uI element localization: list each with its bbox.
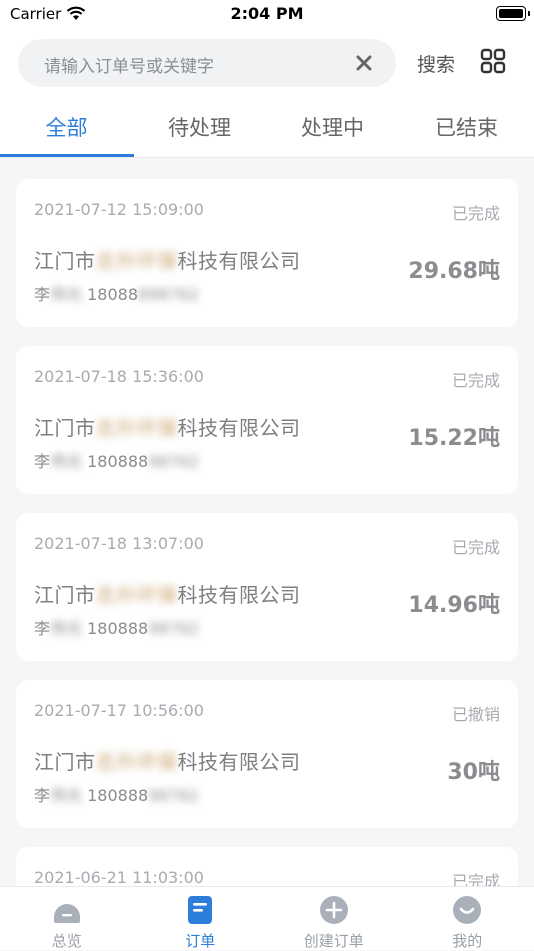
create-order-icon — [319, 895, 349, 925]
order-weight: 14.96吨 — [408, 587, 500, 619]
company-name: 江门市志升环保科技有限公司 — [34, 245, 301, 274]
order-card[interactable]: 2021-06-21 11:03:00已完成江门市志升环保科技有限公司李伟光 1… — [16, 847, 518, 886]
order-status: 已完成 — [452, 200, 500, 224]
phone-prefix: 180888 — [87, 786, 148, 805]
company-prefix: 江门市 — [34, 416, 96, 440]
order-weight: 15.22吨 — [408, 420, 500, 452]
company-name: 江门市志升环保科技有限公司 — [34, 746, 301, 775]
order-date: 2021-07-12 15:09:00 — [34, 200, 204, 219]
company-redacted: 志升环保 — [96, 249, 178, 273]
order-weight: 29.68吨 — [408, 253, 500, 285]
overview-icon — [52, 895, 82, 925]
company-prefix: 江门市 — [34, 750, 96, 774]
order-card[interactable]: 2021-07-18 13:07:00 已完成江门市志升环保科技有限公司李伟光 1… — [16, 513, 518, 661]
phone-redacted: 98762 — [148, 452, 199, 471]
contact-name-redacted: 伟光 — [50, 619, 82, 638]
company-redacted: 志升环保 — [96, 750, 178, 774]
bottom-navigation: 总览 订单 创建订单 我的 — [0, 886, 534, 950]
company-suffix: 科技有限公司 — [178, 416, 301, 440]
company-suffix: 科技有限公司 — [178, 750, 301, 774]
phone-redacted: 98762 — [148, 786, 199, 805]
order-status: 已完成 — [452, 534, 500, 558]
order-date: 2021-07-18 15:36:00 — [34, 367, 204, 386]
contact-surname: 李 — [34, 285, 50, 304]
order-list[interactable]: 2021-07-12 15:09:00已完成江门市志升环保科技有限公司李伟光 1… — [0, 158, 534, 886]
contact-info: 李伟光 18088898762 — [34, 615, 199, 639]
nav-orders[interactable]: 订单 — [134, 887, 268, 951]
order-status: 已撤销 — [452, 701, 500, 725]
tab-pending[interactable]: 待处理 — [133, 112, 266, 142]
search-button[interactable]: 搜索 — [417, 50, 455, 77]
tab-finished[interactable]: 已结束 — [400, 112, 533, 142]
nav-create-order[interactable]: 创建订单 — [267, 887, 401, 951]
profile-icon — [452, 895, 482, 925]
order-date: 2021-07-18 13:07:00 — [34, 534, 204, 553]
order-weight: 30吨 — [447, 754, 500, 786]
clock: 2:04 PM — [0, 4, 534, 23]
phone-prefix: 180888 — [87, 452, 148, 471]
company-suffix: 科技有限公司 — [178, 583, 301, 607]
status-bar: Carrier 2:04 PM — [0, 0, 534, 30]
tab-all[interactable]: 全部 — [0, 112, 133, 142]
order-status: 已完成 — [452, 367, 500, 391]
nav-orders-label: 订单 — [134, 930, 268, 951]
order-date: 2021-06-21 11:03:00 — [34, 868, 204, 886]
company-suffix: 科技有限公司 — [178, 249, 301, 273]
contact-name-redacted: 伟光 — [50, 452, 82, 471]
contact-surname: 李 — [34, 619, 50, 638]
phone-redacted: 98762 — [148, 619, 199, 638]
nav-profile-label: 我的 — [401, 930, 534, 951]
contact-info: 李伟光 18088898762 — [34, 448, 199, 472]
search-input[interactable]: 请输入订单号或关键字 — [18, 39, 396, 87]
order-card[interactable]: 2021-07-17 10:56:00 已撤销江门市志升环保科技有限公司李伟光 1… — [16, 680, 518, 828]
nav-create-order-label: 创建订单 — [267, 930, 401, 951]
tab-processing[interactable]: 处理中 — [266, 112, 399, 142]
order-card[interactable]: 2021-07-18 15:36:00 已完成江门市志升环保科技有限公司李伟光 1… — [16, 346, 518, 494]
contact-info: 李伟光 18088898762 — [34, 281, 199, 305]
nav-profile[interactable]: 我的 — [401, 887, 534, 951]
clear-icon[interactable] — [354, 53, 374, 73]
contact-surname: 李 — [34, 786, 50, 805]
company-prefix: 江门市 — [34, 583, 96, 607]
status-tabs: 全部 待处理 处理中 已结束 — [0, 98, 534, 158]
tab-indicator — [0, 154, 134, 157]
contact-surname: 李 — [34, 452, 50, 471]
order-icon — [185, 895, 215, 925]
phone-prefix: 180888 — [87, 619, 148, 638]
contact-info: 李伟光 18088898762 — [34, 782, 199, 806]
company-redacted: 志升环保 — [96, 583, 178, 607]
phone-redacted: 898762 — [138, 285, 199, 304]
company-name: 江门市志升环保科技有限公司 — [34, 579, 301, 608]
nav-overview-label: 总览 — [0, 930, 134, 951]
company-name: 江门市志升环保科技有限公司 — [34, 412, 301, 441]
company-prefix: 江门市 — [34, 249, 96, 273]
contact-name-redacted: 伟光 — [50, 786, 82, 805]
search-bar: 请输入订单号或关键字 搜索 — [0, 30, 534, 98]
company-redacted: 志升环保 — [96, 416, 178, 440]
battery-icon — [496, 6, 526, 21]
grid-menu-icon[interactable] — [480, 48, 506, 74]
phone-prefix: 18088 — [87, 285, 138, 304]
order-card[interactable]: 2021-07-12 15:09:00 已完成江门市志升环保科技有限公司李伟光 1… — [16, 179, 518, 327]
search-placeholder: 请输入订单号或关键字 — [44, 52, 214, 77]
order-date: 2021-07-17 10:56:00 — [34, 701, 204, 720]
order-status: 已完成 — [452, 868, 500, 886]
nav-overview[interactable]: 总览 — [0, 887, 134, 951]
contact-name-redacted: 伟光 — [50, 285, 82, 304]
